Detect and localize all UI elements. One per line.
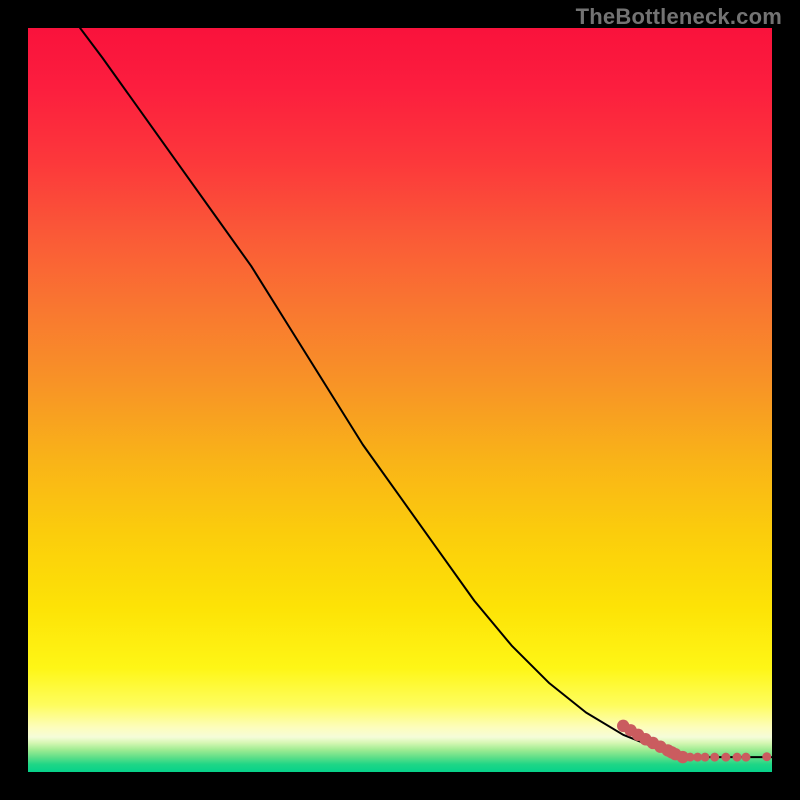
chart-plot-area [28,28,772,772]
chart-svg-layer [28,28,772,772]
bottleneck-curve [80,28,772,757]
data-marker [733,753,742,762]
data-marker [710,753,719,762]
data-marker [721,753,730,762]
chart-container: TheBottleneck.com [0,0,800,800]
watermark-text: TheBottleneck.com [576,4,782,30]
data-marker [762,752,771,761]
data-marker [701,753,710,762]
data-markers-group [617,720,771,764]
data-marker [741,753,750,762]
